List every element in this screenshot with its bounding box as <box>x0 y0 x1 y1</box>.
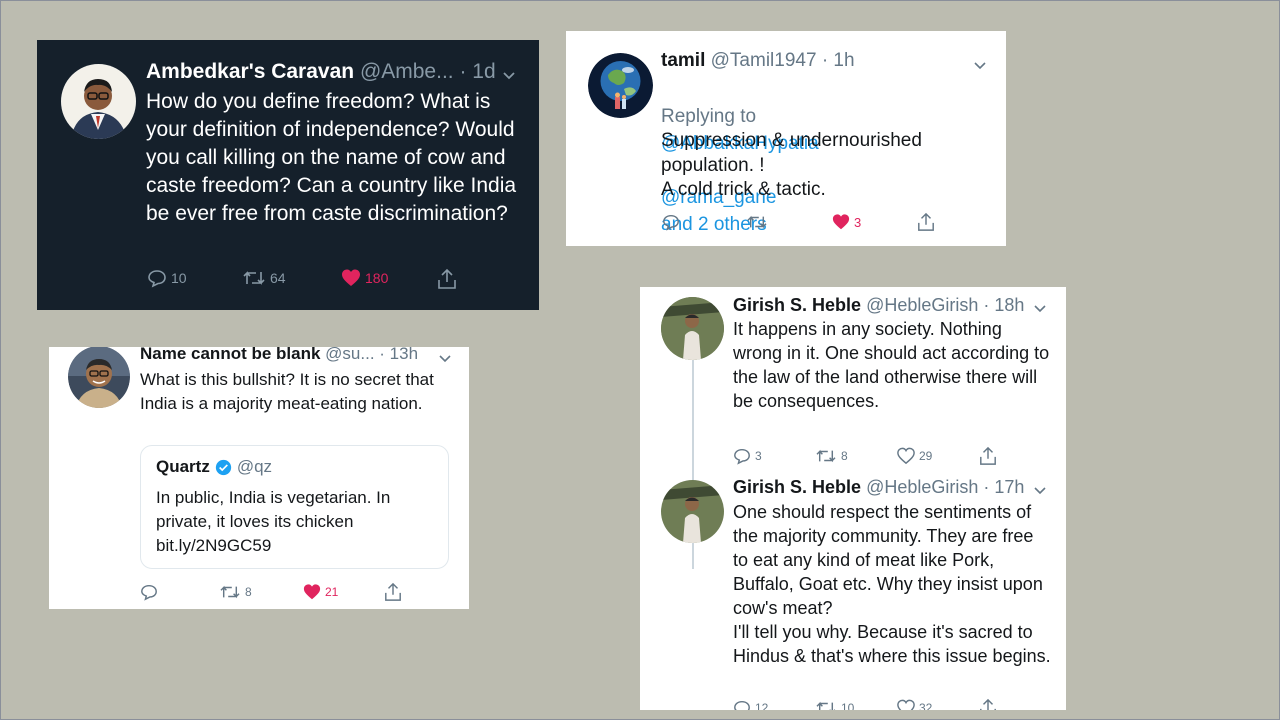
avatar[interactable] <box>588 53 653 118</box>
tweet-header: Girish S. Heble @HebleGirish · 17h <box>733 477 1024 498</box>
reply-count: 12 <box>755 701 769 710</box>
share-button[interactable] <box>437 268 457 290</box>
retweet-icon <box>747 215 767 229</box>
reply-icon <box>148 270 166 288</box>
retweet-button[interactable]: 64 <box>242 268 286 288</box>
share-button[interactable] <box>979 446 997 466</box>
chevron-down-icon[interactable] <box>1033 483 1047 501</box>
reply-icon <box>663 214 679 231</box>
tweet-header: Girish S. Heble @HebleGirish · 18h <box>733 295 1024 316</box>
retweet-count: 8 <box>245 585 252 599</box>
reply-button[interactable]: 10 <box>147 268 187 288</box>
author-name[interactable]: tamil <box>661 50 705 71</box>
tweet-card-nameblank[interactable]: Name cannot be blank @su... · 13h What i… <box>49 347 469 609</box>
chevron-down-icon[interactable] <box>502 68 516 86</box>
quoted-tweet[interactable]: Quartz @qz In public, India is vegetaria… <box>140 445 449 569</box>
like-count: 180 <box>365 270 389 286</box>
tweet-text: What is this bullshit? It is no secret t… <box>140 370 434 413</box>
tweet-time[interactable]: · 13h <box>379 347 418 363</box>
share-button[interactable] <box>384 582 402 602</box>
like-icon <box>342 269 360 286</box>
like-icon <box>303 584 321 600</box>
like-icon <box>897 447 915 465</box>
like-icon <box>897 699 915 710</box>
tweet-text: Suppression & undernourished population.… <box>661 130 922 200</box>
like-button[interactable]: 29 <box>897 447 932 465</box>
author-name[interactable]: Name cannot be blank <box>140 347 320 363</box>
share-icon <box>980 698 996 710</box>
reply-button[interactable] <box>662 213 680 231</box>
tweet-text: How do you define freedom? What is your … <box>146 90 517 225</box>
retweet-button[interactable]: 8 <box>219 583 252 601</box>
tweet-header: Ambedkar's Caravan @Ambe... · 1d <box>146 60 496 84</box>
like-button[interactable]: 180 <box>341 268 388 288</box>
share-icon <box>918 212 934 231</box>
share-icon <box>980 446 996 465</box>
chevron-down-icon[interactable] <box>973 58 987 76</box>
author-name[interactable]: Girish S. Heble <box>733 477 861 497</box>
author-handle[interactable]: @HebleGirish <box>866 295 978 315</box>
retweet-count: 8 <box>841 449 848 463</box>
chevron-down-icon[interactable] <box>438 351 452 369</box>
tweet-text: One should respect the sentiments of the… <box>733 502 1051 666</box>
quoted-tweet-header: Quartz @qz <box>156 457 272 477</box>
author-name[interactable]: Girish S. Heble <box>733 295 861 315</box>
retweet-icon <box>220 585 240 599</box>
author-handle[interactable]: @HebleGirish <box>866 477 978 497</box>
like-count: 3 <box>854 214 862 230</box>
like-button[interactable]: 21 <box>303 583 338 601</box>
tweet-header: tamil @Tamil1947 · 1h <box>661 50 855 72</box>
like-button[interactable]: 32 <box>897 699 932 710</box>
reply-icon <box>734 448 750 465</box>
reply-count: 3 <box>755 449 762 463</box>
like-button[interactable]: 3 <box>832 213 861 231</box>
tweet-card-ambedkar[interactable]: Ambedkar's Caravan @Ambe... · 1d How do … <box>37 40 539 310</box>
reply-count: 10 <box>171 270 187 286</box>
tweet-time[interactable]: · 18h <box>983 295 1024 315</box>
replying-prefix: Replying to <box>661 106 757 127</box>
quoted-author-handle[interactable]: @qz <box>237 457 272 477</box>
quoted-tweet-text: In public, India is vegetarian. In priva… <box>156 488 391 555</box>
author-handle[interactable]: @Tamil1947 <box>711 50 817 71</box>
retweet-button[interactable]: 8 <box>815 447 848 465</box>
retweet-button[interactable]: 10 <box>815 699 854 710</box>
tweet-thread-girish: Girish S. Heble @HebleGirish · 18h It ha… <box>640 287 1066 710</box>
tweet-time[interactable]: · 1h <box>822 50 855 71</box>
like-count: 29 <box>919 449 933 463</box>
like-count: 32 <box>919 701 933 710</box>
avatar[interactable] <box>61 64 136 139</box>
avatar[interactable] <box>661 480 724 543</box>
reply-icon <box>734 700 750 710</box>
author-handle[interactable]: @Ambe... <box>360 60 454 83</box>
avatar[interactable] <box>661 297 724 360</box>
retweet-count: 64 <box>270 270 286 286</box>
retweet-button[interactable] <box>746 213 768 231</box>
share-button[interactable] <box>917 212 935 232</box>
reply-button[interactable] <box>140 583 158 601</box>
author-name[interactable]: Ambedkar's Caravan <box>146 60 354 83</box>
retweet-icon <box>816 449 836 463</box>
verified-icon <box>215 459 231 475</box>
tweet-time[interactable]: · 1d <box>459 60 495 83</box>
quoted-author-name[interactable]: Quartz <box>156 457 210 477</box>
share-icon <box>385 582 401 601</box>
retweet-icon <box>816 701 836 710</box>
retweet-count: 10 <box>841 701 855 710</box>
share-icon <box>438 268 456 289</box>
tweet-text: It happens in any society. Nothing wrong… <box>733 319 1050 411</box>
avatar[interactable] <box>68 347 130 408</box>
reply-button[interactable]: 12 <box>733 699 768 710</box>
share-button[interactable] <box>979 698 997 710</box>
retweet-icon <box>243 271 265 285</box>
tweet-time[interactable]: · 17h <box>983 477 1024 497</box>
reply-icon <box>141 584 157 601</box>
like-count: 21 <box>325 585 339 599</box>
reply-button[interactable]: 3 <box>733 447 762 465</box>
tweet-header: Name cannot be blank @su... · 13h <box>140 347 418 364</box>
tweet-card-tamil[interactable]: tamil @Tamil1947 · 1h Replying to @Abbak… <box>566 31 1006 246</box>
like-icon <box>832 214 850 230</box>
author-handle[interactable]: @su... <box>325 347 374 363</box>
